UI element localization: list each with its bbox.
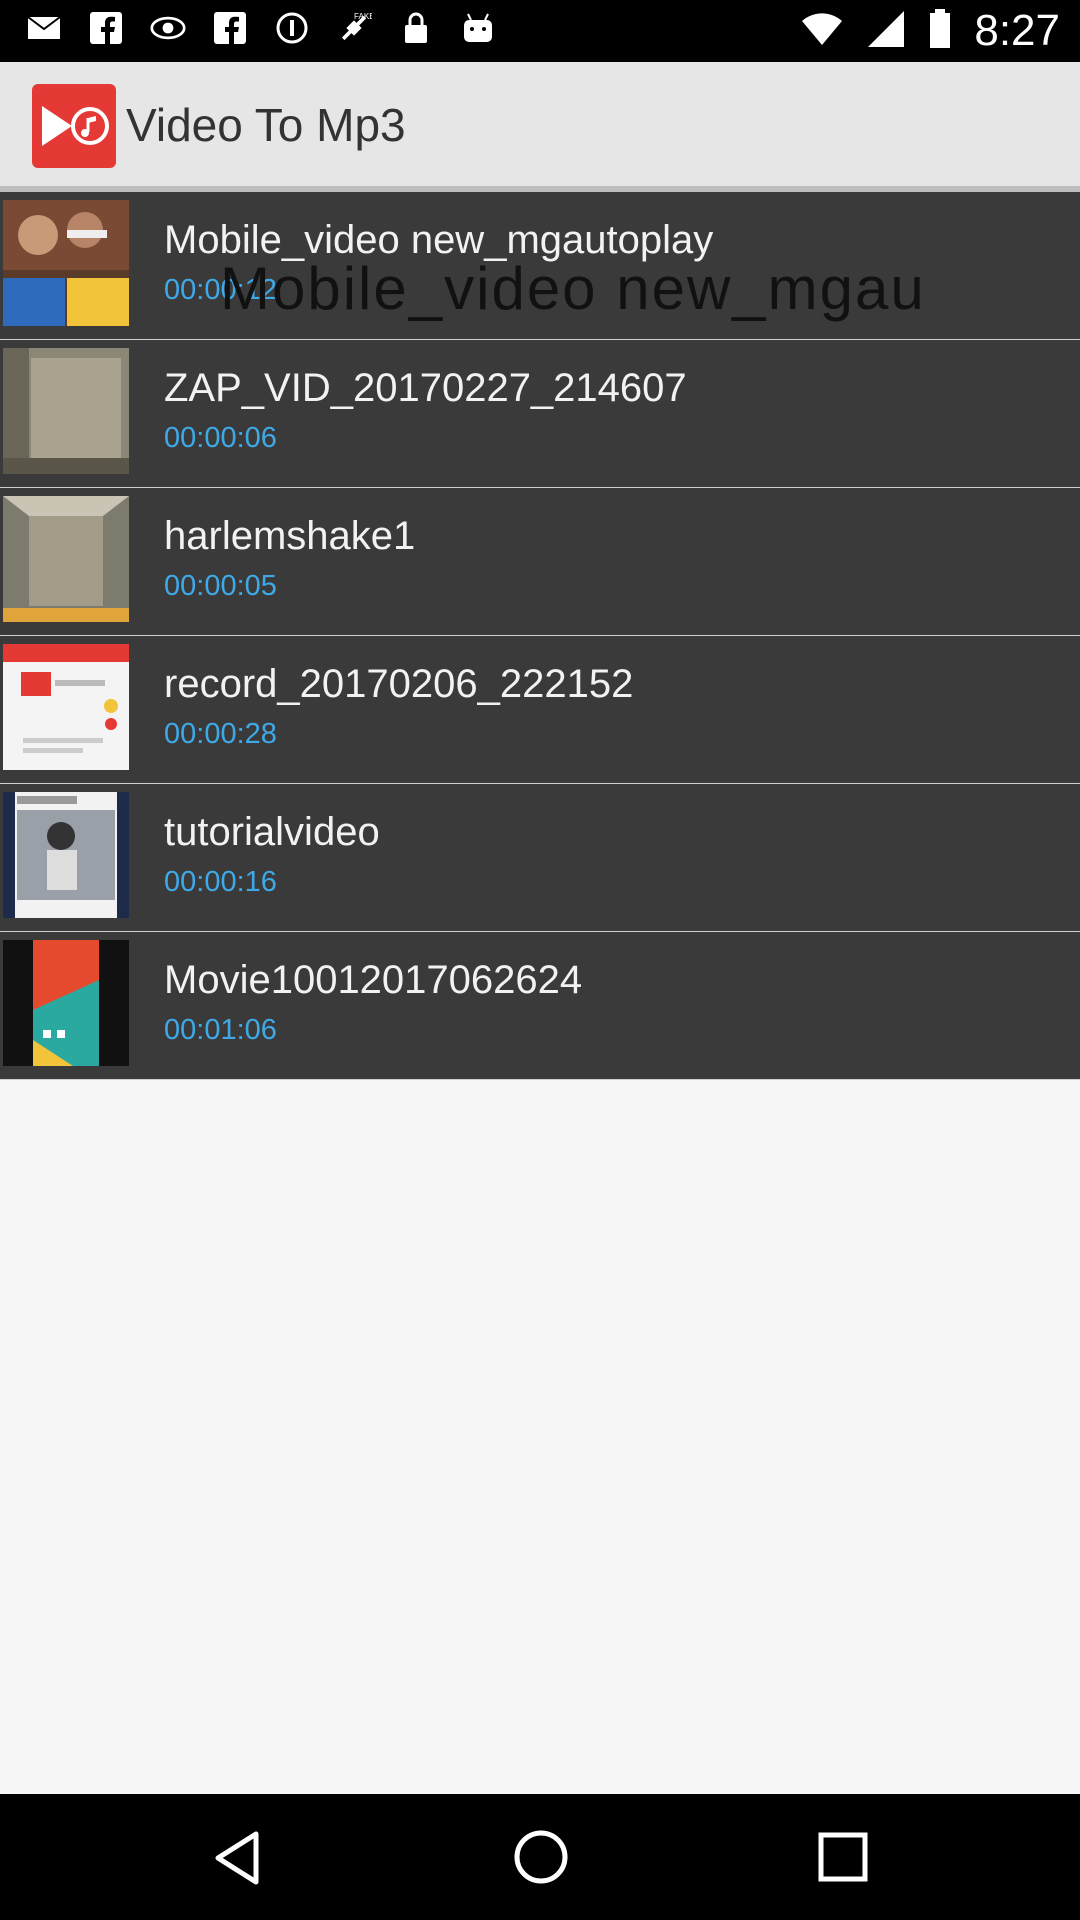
video-thumbnail xyxy=(3,348,129,474)
video-duration: 00:00:16 xyxy=(164,866,277,898)
signal-icon xyxy=(866,9,906,54)
video-duration: 00:00:05 xyxy=(164,570,277,602)
facebook-icon xyxy=(88,10,124,46)
back-icon[interactable] xyxy=(210,1828,266,1893)
video-title: record_20170206_222152 xyxy=(164,662,634,706)
battery-icon xyxy=(928,8,952,54)
fake-gps-icon: FAKE xyxy=(336,10,372,46)
list-item-video-3[interactable]: harlemshake1 00:00:05 xyxy=(0,488,1080,636)
mail-icon xyxy=(26,10,62,46)
video-duration: 00:00:28 xyxy=(164,718,277,750)
svg-text:FAKE: FAKE xyxy=(354,12,372,21)
app-logo-icon xyxy=(32,84,116,168)
video-thumbnail xyxy=(3,200,129,326)
video-title: ZAP_VID_20170227_214607 xyxy=(164,366,687,410)
video-thumbnail xyxy=(3,940,129,1066)
notification-icons: FAKE xyxy=(26,10,496,46)
app-bar: Video To Mp3 xyxy=(0,62,1080,192)
status-time: 8:27 xyxy=(974,6,1060,55)
video-duration: 00:01:06 xyxy=(164,1014,277,1046)
video-title: harlemshake1 xyxy=(164,514,416,558)
list-item-video-2[interactable]: ZAP_VID_20170227_214607 00:00:06 xyxy=(0,340,1080,488)
list-item-video-6[interactable]: Movie10012017062624 00:01:06 xyxy=(0,932,1080,1080)
overlay-title-text: Mobile_video new_mgau xyxy=(220,255,926,322)
list-item-video-1[interactable]: Mobile_video new_mgautoplay 00:00:12 Mob… xyxy=(0,192,1080,340)
status-right: 8:27 xyxy=(800,6,1060,56)
info-icon xyxy=(274,10,310,46)
wifi-icon xyxy=(800,11,844,52)
app-title: Video To Mp3 xyxy=(126,99,406,151)
video-title: tutorialvideo xyxy=(164,810,380,854)
eye-icon xyxy=(150,10,186,46)
lock-icon xyxy=(398,10,434,46)
video-thumbnail xyxy=(3,792,129,918)
video-thumbnail xyxy=(3,644,129,770)
video-list: Mobile_video new_mgautoplay 00:00:12 Mob… xyxy=(0,192,1080,1080)
status-bar: FAKE 8:27 xyxy=(0,0,1080,62)
facebook-icon xyxy=(212,10,248,46)
list-item-video-4[interactable]: record_20170206_222152 00:00:28 xyxy=(0,636,1080,784)
android-icon xyxy=(460,10,496,46)
video-title: Movie10012017062624 xyxy=(164,958,583,1002)
video-duration: 00:00:06 xyxy=(164,422,277,454)
home-icon[interactable] xyxy=(512,1828,570,1891)
navigation-bar xyxy=(0,1794,1080,1920)
recent-apps-icon[interactable] xyxy=(816,1830,870,1889)
list-item-video-5[interactable]: tutorialvideo 00:00:16 xyxy=(0,784,1080,932)
video-thumbnail xyxy=(3,496,129,622)
